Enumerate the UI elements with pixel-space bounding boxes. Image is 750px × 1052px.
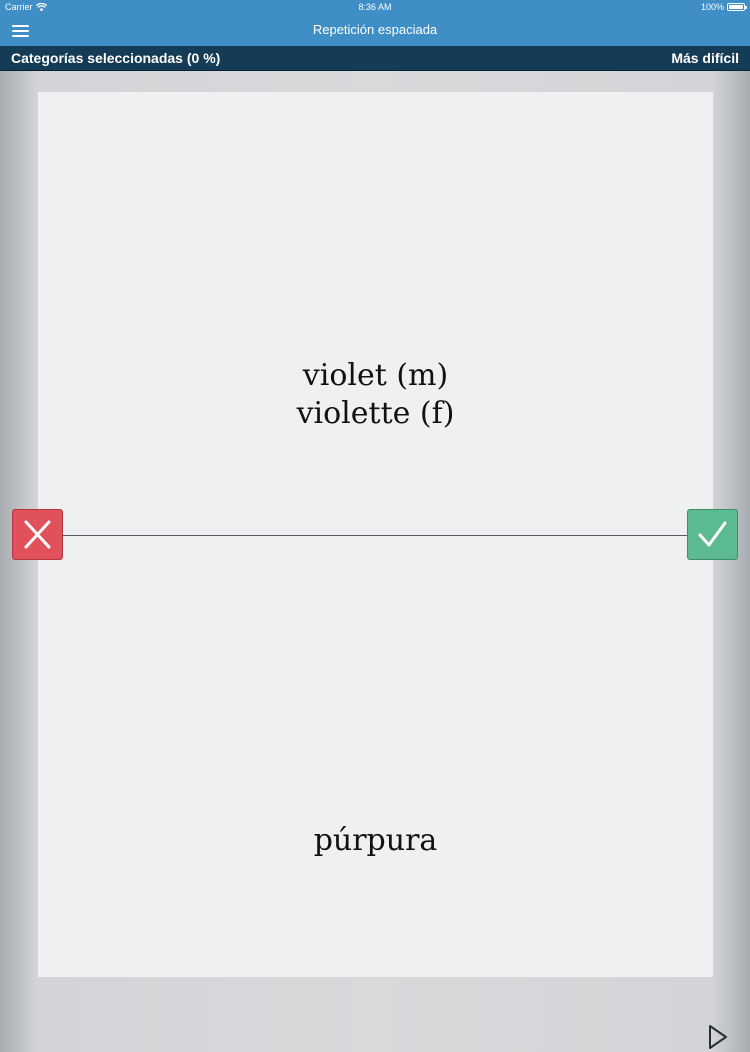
card-front-line: violette (f) (296, 396, 455, 431)
category-bar: Categorías seleccionadas (0 %) Más difíc… (0, 46, 750, 71)
battery-group: 100% (700, 0, 747, 14)
card-back: púrpura (313, 823, 438, 858)
battery-percent: 100% (700, 2, 724, 12)
clock: 8:36 AM (358, 2, 392, 12)
battery-icon (727, 3, 747, 11)
status-bar: Carrier 8:36 AM 100% (0, 0, 750, 14)
nav-bar: Repetición espaciada (0, 14, 750, 46)
x-icon (24, 520, 51, 549)
card-divider (63, 535, 688, 536)
battery-fill (729, 5, 743, 9)
correct-answer-button[interactable] (687, 509, 738, 560)
difficulty-button[interactable]: Más difícil (671, 46, 739, 70)
card-front-line: violet (m) (302, 358, 449, 393)
selected-categories-button[interactable]: Categorías seleccionadas (0 %) (11, 46, 220, 70)
play-icon[interactable] (704, 1022, 734, 1052)
wrong-answer-button[interactable] (12, 509, 63, 560)
page-title: Repetición espaciada (312, 22, 438, 37)
card-front: violet (m) violette (f) (38, 357, 713, 433)
checkmark-icon (698, 521, 727, 547)
